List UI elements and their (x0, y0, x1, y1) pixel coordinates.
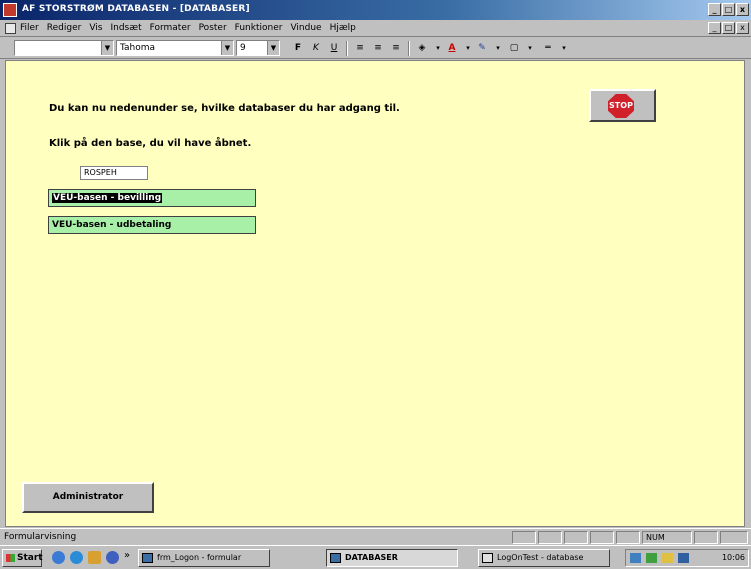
status-cell (512, 531, 536, 544)
status-bar: Formularvisning NUM (0, 528, 751, 545)
title-bar[interactable]: AF STORSTRØM DATABASEN - [DATABASER] _ □… (0, 0, 751, 20)
stop-sign-icon: STOP (608, 94, 634, 118)
chevron-down-icon[interactable]: ▼ (221, 41, 233, 55)
volume-icon[interactable] (678, 553, 689, 563)
tray-app-icon[interactable] (662, 553, 673, 563)
toolbar-separator (346, 41, 348, 56)
task-frm-logon[interactable]: frm_Logon - formular (138, 549, 270, 567)
database-form: Du kan nu nedenunder se, hvilke database… (5, 60, 745, 527)
form-heading: Du kan nu nedenunder se, hvilke database… (49, 103, 400, 114)
menu-poster[interactable]: Poster (199, 23, 227, 33)
quicklaunch-more-icon[interactable]: » (124, 550, 130, 561)
chevron-down-icon[interactable]: ▾ (556, 41, 572, 56)
italic-button[interactable]: K (308, 41, 324, 56)
status-cell (538, 531, 562, 544)
database-item-bevilling[interactable]: VEU-basen - bevilling (48, 189, 256, 207)
task-databaser[interactable]: DATABASER (326, 549, 458, 567)
font-size-value: 9 (240, 43, 246, 53)
document-icon[interactable] (5, 23, 16, 34)
form-icon (142, 553, 153, 563)
network-icon[interactable] (630, 553, 641, 563)
border-icon[interactable]: ▢ (506, 41, 522, 56)
windows-logo-icon (6, 554, 15, 562)
bold-button[interactable]: F (290, 41, 306, 56)
start-label: Start (17, 553, 43, 563)
maximize-button[interactable]: □ (722, 3, 735, 16)
font-select[interactable]: Tahoma ▼ (116, 40, 234, 56)
underline-button[interactable]: U (326, 41, 342, 56)
database-icon (482, 553, 493, 563)
media-icon[interactable] (106, 551, 119, 564)
menu-funktioner[interactable]: Funktioner (235, 23, 283, 33)
task-logontest[interactable]: LogOnTest - database (478, 549, 610, 567)
status-cell (564, 531, 588, 544)
document-controls: _ □ x (708, 22, 749, 34)
fill-color-icon[interactable]: ◈ (414, 41, 430, 56)
align-left-icon[interactable]: ≡ (352, 41, 368, 56)
font-size-select[interactable]: 9 ▼ (236, 40, 280, 56)
line-width-icon[interactable]: ═ (540, 41, 556, 56)
line-color-icon[interactable]: ✎ (474, 41, 490, 56)
chevron-down-icon[interactable]: ▾ (490, 41, 506, 56)
clock[interactable]: 10:06 (722, 553, 745, 562)
status-text: Formularvisning (4, 532, 77, 542)
form-icon (330, 553, 341, 563)
status-cell (694, 531, 718, 544)
window-title: AF STORSTRØM DATABASEN - [DATABASER] (22, 4, 250, 14)
outlook-icon[interactable] (88, 551, 101, 564)
menu-bar: Filer Rediger Vis Indsæt Formater Poster… (0, 20, 751, 37)
database-item-label: VEU-basen - bevilling (52, 193, 163, 203)
status-cell (616, 531, 640, 544)
formatting-toolbar: ▼ Tahoma ▼ 9 ▼ F K U ≡ ≡ ≡ ◈ ▾ A ▾ ✎ ▾ ▢… (0, 37, 751, 59)
menu-rediger[interactable]: Rediger (47, 23, 82, 33)
doc-close-button[interactable]: x (736, 22, 749, 34)
menu-formater[interactable]: Formater (150, 23, 191, 33)
close-button[interactable]: x (736, 3, 749, 16)
font-color-icon[interactable]: A (444, 41, 460, 56)
internet-explorer-icon[interactable] (70, 551, 83, 564)
chevron-down-icon[interactable]: ▼ (101, 41, 113, 55)
taskbar: Start » frm_Logon - formular DATABASER L… (0, 545, 751, 569)
align-right-icon[interactable]: ≡ (388, 41, 404, 56)
font-value: Tahoma (120, 43, 156, 53)
menu-hjaelp[interactable]: Hjælp (330, 23, 356, 33)
chevron-down-icon[interactable]: ▼ (267, 41, 279, 55)
system-tray: 10:06 (625, 549, 749, 567)
doc-restore-button[interactable]: □ (722, 22, 735, 34)
align-center-icon[interactable]: ≡ (370, 41, 386, 56)
window-controls: _ □ x (708, 3, 749, 16)
object-select[interactable]: ▼ (14, 40, 114, 56)
menu-filer[interactable]: Filer (20, 23, 39, 33)
database-item-udbetaling[interactable]: VEU-basen - udbetaling (48, 216, 256, 234)
menu-indsaet[interactable]: Indsæt (110, 23, 141, 33)
start-button[interactable]: Start (2, 549, 43, 567)
num-lock-indicator: NUM (642, 531, 692, 544)
menu-vis[interactable]: Vis (89, 23, 102, 33)
menu-vindue[interactable]: Vindue (290, 23, 321, 33)
database-item-label: VEU-basen - udbetaling (52, 220, 172, 230)
antivirus-icon[interactable] (646, 553, 657, 563)
desktop-icon[interactable] (52, 551, 65, 564)
stop-button[interactable]: STOP (589, 89, 656, 122)
user-id-field[interactable]: ROSPEH (80, 166, 148, 180)
chevron-down-icon[interactable]: ▾ (522, 41, 538, 56)
doc-minimize-button[interactable]: _ (708, 22, 721, 34)
status-cell (720, 531, 748, 544)
toolbar-separator (408, 41, 410, 56)
minimize-button[interactable]: _ (708, 3, 721, 16)
form-instruction: Klik på den base, du vil have åbnet. (49, 138, 252, 149)
administrator-button[interactable]: Administrator (22, 482, 154, 513)
app-icon[interactable] (3, 3, 17, 17)
status-cell (590, 531, 614, 544)
